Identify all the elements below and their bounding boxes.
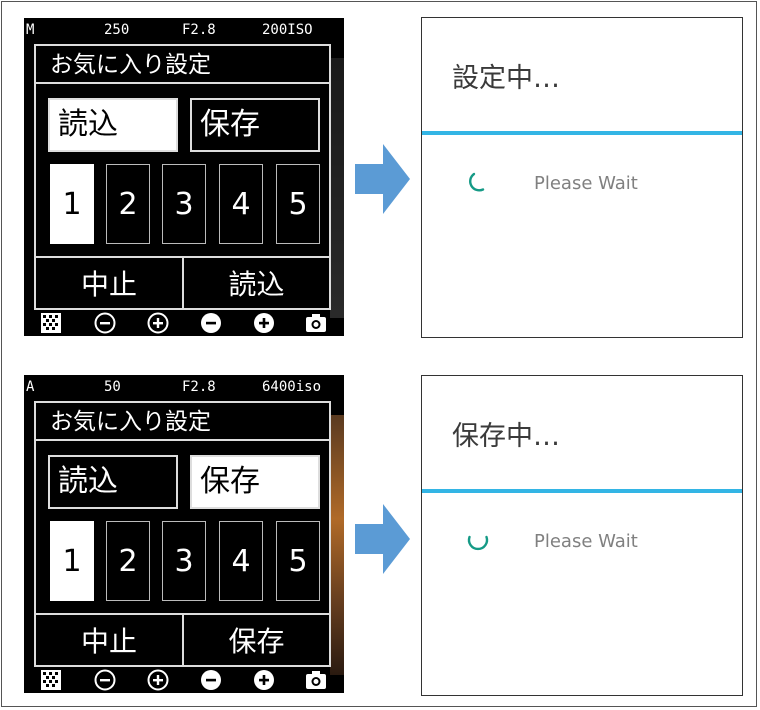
plus-circle-outline-icon[interactable] [147, 312, 169, 334]
slot-3-button[interactable]: 3 [162, 521, 206, 601]
load-button[interactable]: 読込 [48, 455, 178, 509]
live-view-background [330, 58, 344, 318]
grid-icon[interactable] [40, 312, 62, 334]
slot-5-button[interactable]: 5 [276, 164, 320, 244]
shutter-speed: 50 [104, 379, 121, 395]
minus-circle-outline-icon[interactable] [94, 312, 116, 334]
save-button[interactable]: 保存 [190, 455, 320, 509]
slot-2-button[interactable]: 2 [106, 164, 150, 244]
dialog-title: お気に入り設定 [36, 46, 329, 84]
plus-circle-filled-icon[interactable] [253, 312, 275, 334]
camera-screen-load: M 250 F2.8 200ISO お気に入り設定 読込 保存 1 2 3 4 … [24, 18, 344, 336]
progress-title: 設定中… [452, 63, 560, 94]
slot-4-button[interactable]: 4 [219, 164, 263, 244]
slot-2-button[interactable]: 2 [106, 521, 150, 601]
dialog-footer: 中止 読込 [36, 256, 329, 310]
slot-1-button[interactable]: 1 [50, 164, 94, 244]
plus-circle-filled-icon[interactable] [253, 669, 275, 691]
save-button[interactable]: 保存 [190, 98, 320, 152]
dialog-footer: 中止 保存 [36, 613, 329, 667]
slot-4-button[interactable]: 4 [219, 521, 263, 601]
grid-icon[interactable] [40, 669, 62, 691]
iso-value: 200ISO [262, 22, 313, 38]
favorite-settings-dialog: お気に入り設定 読込 保存 1 2 3 4 5 中止 読込 [34, 44, 331, 310]
shooting-mode: M [26, 22, 35, 38]
progress-message: Please Wait [534, 531, 638, 552]
camera-icon-bar [24, 312, 344, 336]
camera-icon-bar [24, 669, 344, 693]
favorite-settings-dialog: お気に入り設定 読込 保存 1 2 3 4 5 中止 保存 [34, 401, 331, 667]
minus-circle-filled-icon[interactable] [200, 312, 222, 334]
right-arrow-icon [355, 504, 410, 574]
shooting-mode: A [26, 379, 35, 395]
slot-5-button[interactable]: 5 [276, 521, 320, 601]
slot-3-button[interactable]: 3 [162, 164, 206, 244]
iso-value: 6400iso [262, 379, 322, 395]
camera-icon[interactable] [305, 669, 327, 691]
minus-circle-outline-icon[interactable] [94, 669, 116, 691]
aperture: F2.8 [182, 22, 216, 38]
progress-message: Please Wait [534, 173, 638, 194]
camera-status-bar: A 50 F2.8 6400iso [24, 377, 344, 397]
confirm-save-button[interactable]: 保存 [184, 615, 329, 667]
title-divider [422, 131, 742, 135]
right-arrow-icon [355, 144, 410, 214]
progress-dialog-saving: 保存中… Please Wait [421, 375, 743, 696]
cancel-button[interactable]: 中止 [36, 258, 184, 310]
confirm-load-button[interactable]: 読込 [184, 258, 329, 310]
camera-screen-save: A 50 F2.8 6400iso お気に入り設定 読込 保存 1 2 3 4 … [24, 375, 344, 693]
title-divider [422, 489, 742, 493]
load-button[interactable]: 読込 [48, 98, 178, 152]
live-view-background [330, 415, 344, 675]
minus-circle-filled-icon[interactable] [200, 669, 222, 691]
camera-status-bar: M 250 F2.8 200ISO [24, 20, 344, 40]
loading-spinner-icon [467, 535, 489, 551]
progress-title: 保存中… [452, 421, 560, 452]
slot-1-button[interactable]: 1 [50, 521, 94, 601]
shutter-speed: 250 [104, 22, 130, 38]
dialog-title: お気に入り設定 [36, 403, 329, 441]
loading-spinner-icon [469, 172, 485, 192]
camera-icon[interactable] [305, 312, 327, 334]
aperture: F2.8 [182, 379, 216, 395]
plus-circle-outline-icon[interactable] [147, 669, 169, 691]
progress-dialog-loading: 設定中… Please Wait [421, 17, 743, 338]
cancel-button[interactable]: 中止 [36, 615, 184, 667]
